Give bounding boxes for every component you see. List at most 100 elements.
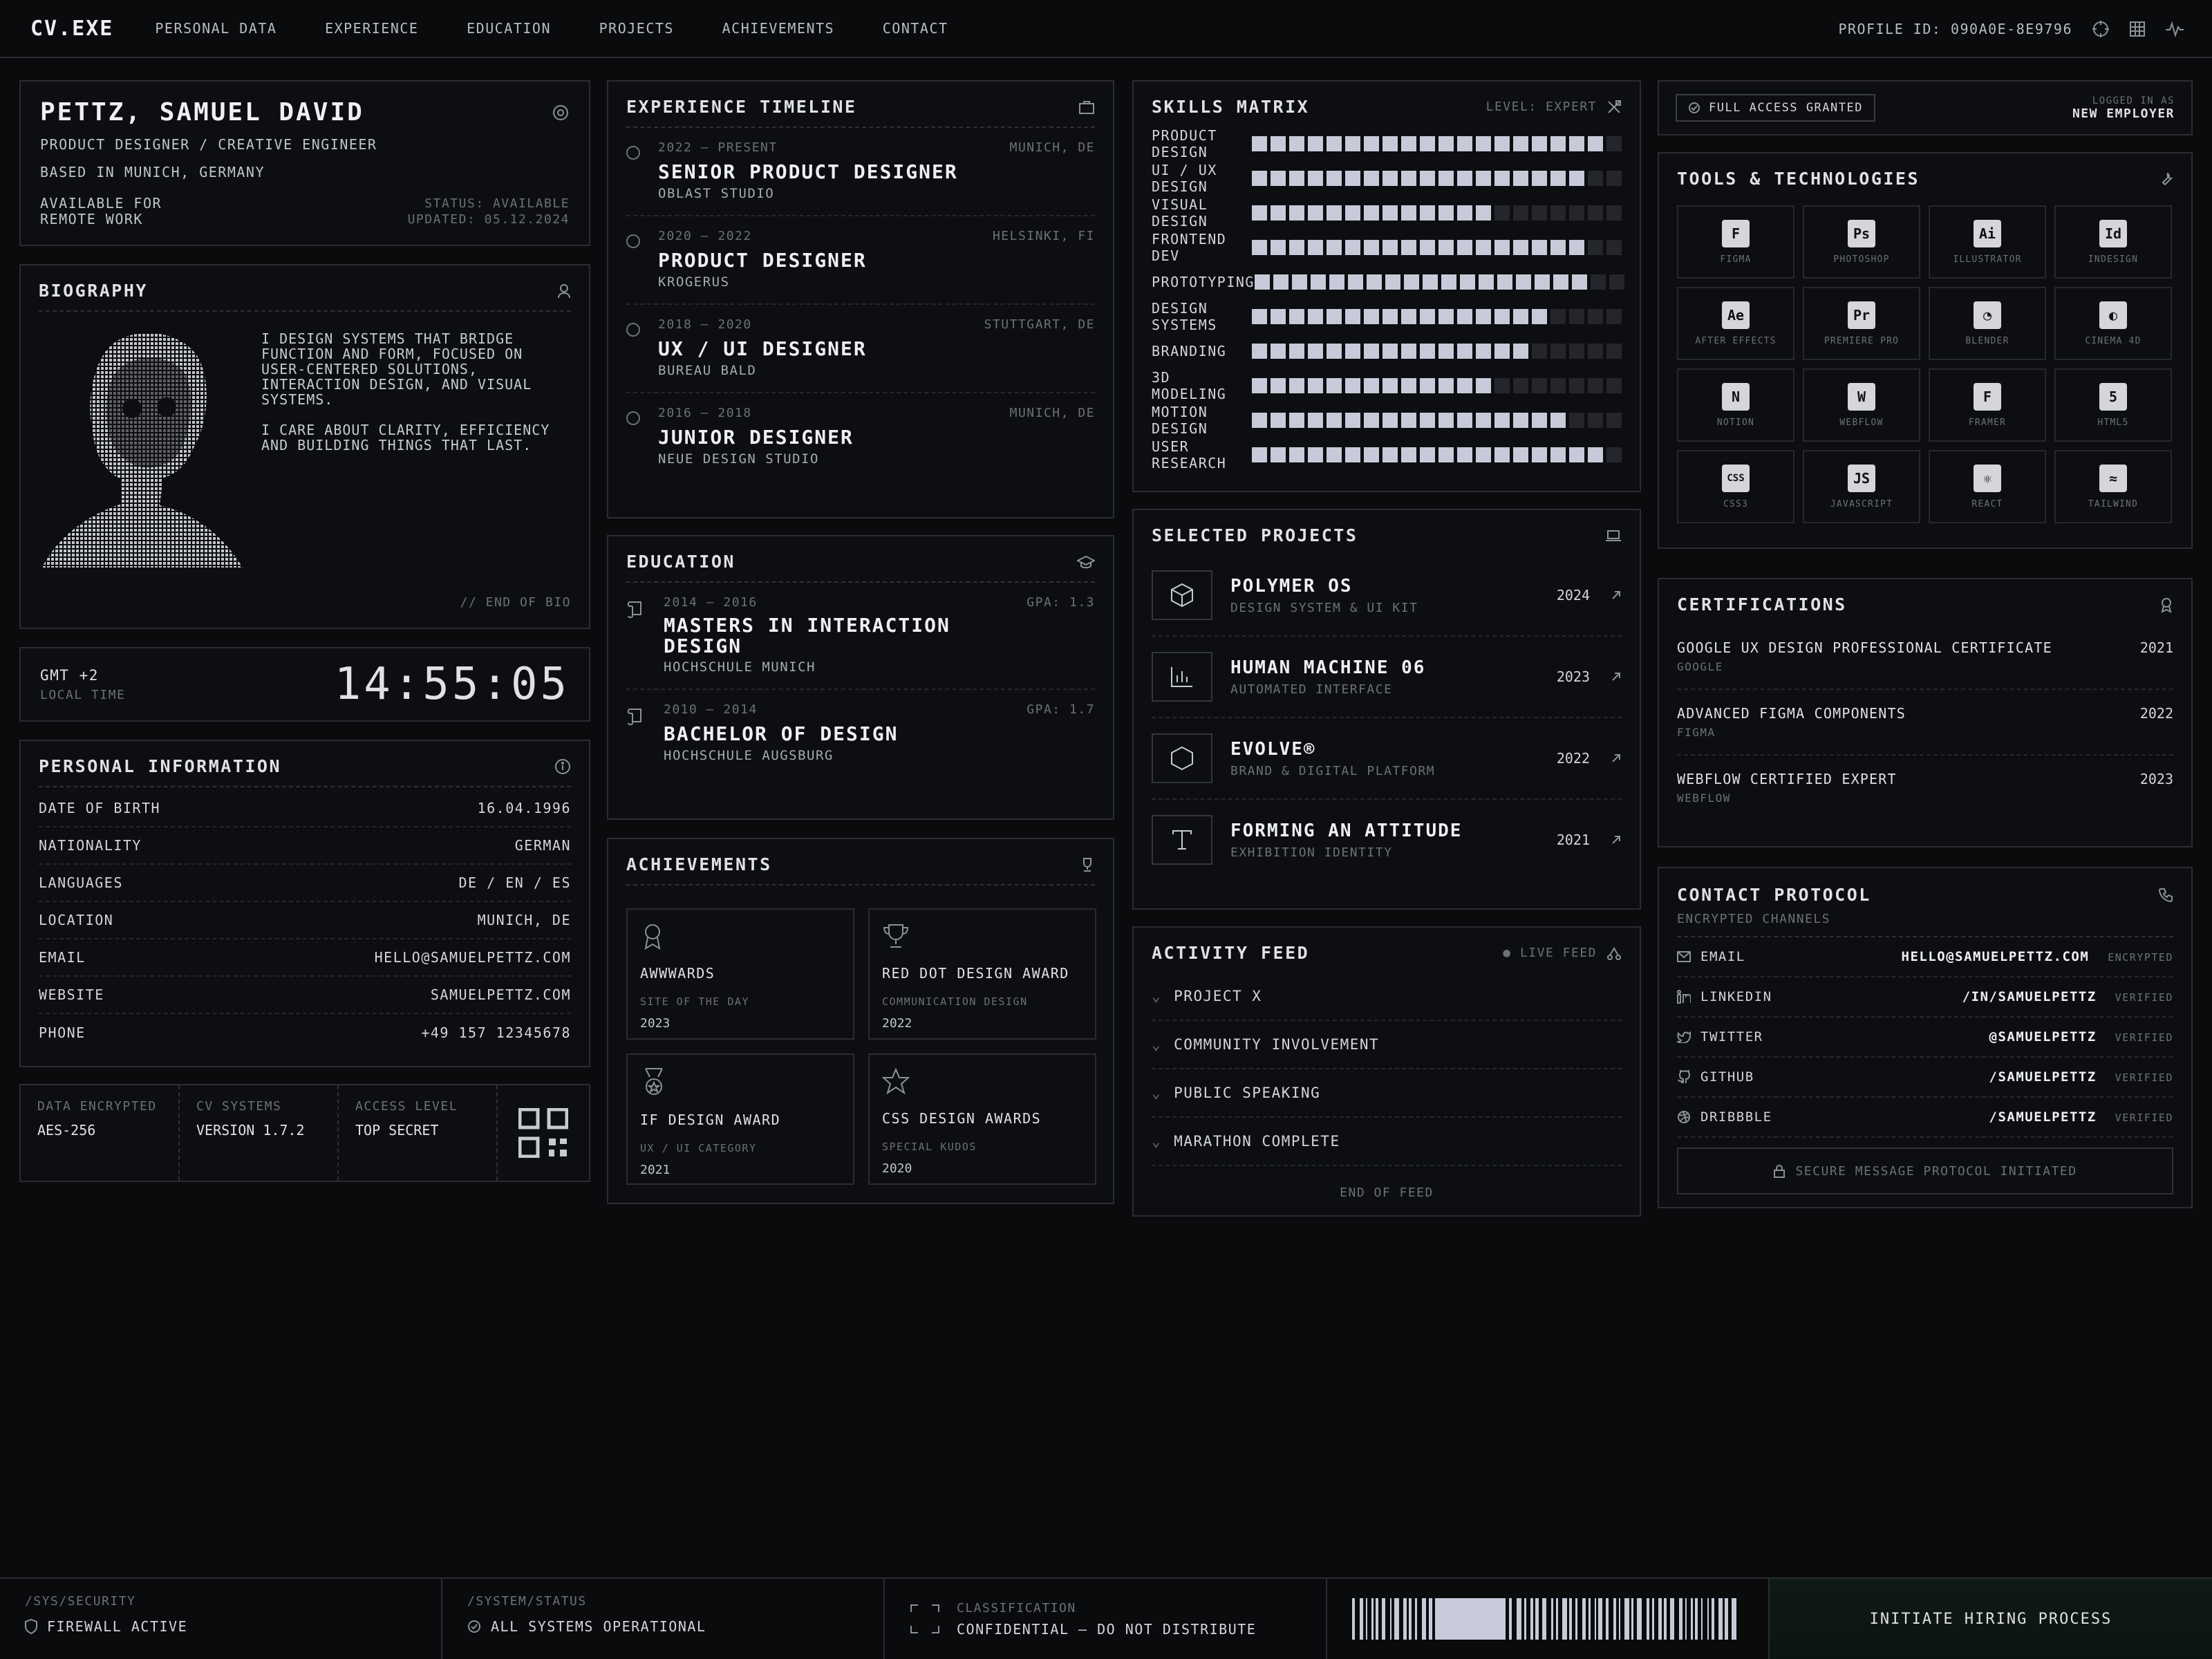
- activity-item[interactable]: ⌄ MARATHON COMPLETE: [1152, 1118, 1622, 1166]
- project-year: 2022: [1556, 750, 1590, 767]
- education-school: HOCHSCHULE AUGSBURG: [664, 748, 834, 763]
- info-value[interactable]: SAMUELPETTZ.COM: [431, 986, 571, 1003]
- timeline-company: KROGERUS: [658, 274, 730, 290]
- tool-tile[interactable]: CSS CSS3: [1677, 450, 1794, 523]
- barcode-bar: [1664, 1598, 1667, 1640]
- education-item[interactable]: 2014 — 2016 GPA: 1.3 MASTERS IN INTERACTI…: [626, 583, 1095, 690]
- cert-item[interactable]: ADVANCED FIGMA COMPONENTS 2022 FIGMA: [1677, 690, 2173, 756]
- barcode-bar: [1606, 1598, 1609, 1640]
- tool-tile[interactable]: F FRAMER: [1929, 368, 2046, 442]
- grid-icon[interactable]: [2129, 21, 2146, 37]
- arrow-up-right-icon[interactable]: [1611, 834, 1622, 845]
- tool-tile[interactable]: Ps PHOTOSHOP: [1803, 205, 1920, 279]
- barcode-bar: [1403, 1598, 1407, 1640]
- timeline-item[interactable]: 2020 — 2022 HELSINKI, FI PRODUCT DESIGNER…: [626, 216, 1095, 305]
- achievement-card[interactable]: RED DOT DESIGN AWARD COMMUNICATION DESIG…: [868, 908, 1096, 1040]
- skill-segment: [1513, 413, 1528, 428]
- tool-tile[interactable]: ◔ BLENDER: [1929, 287, 2046, 360]
- secure-message-button[interactable]: SECURE MESSAGE PROTOCOL INITIATED: [1677, 1147, 2173, 1194]
- skill-segment: [1382, 240, 1398, 255]
- nav-personal-data[interactable]: PERSONAL DATA: [155, 20, 276, 37]
- nav-contact[interactable]: CONTACT: [883, 20, 948, 37]
- achievement-card[interactable]: IF DESIGN AWARD UX / UI CATEGORY 2021: [626, 1053, 854, 1185]
- cert-name: GOOGLE UX DESIGN PROFESSIONAL CERTIFICAT…: [1677, 639, 2052, 656]
- activity-item[interactable]: ⌄ COMMUNITY INVOLVEMENT: [1152, 1021, 1622, 1069]
- tool-tile[interactable]: F FIGMA: [1677, 205, 1794, 279]
- portrait-image: [39, 326, 246, 574]
- tool-tile[interactable]: ⚛ REACT: [1929, 450, 2046, 523]
- project-item[interactable]: EVOLVE® BRAND & DIGITAL PLATFORM 2022: [1152, 718, 1622, 800]
- skill-segment: [1569, 344, 1584, 359]
- skill-segment: [1532, 378, 1547, 393]
- contact-row-dribbble[interactable]: DRIBBBLE /SAMUELPETTZ VERIFIED: [1677, 1098, 2173, 1138]
- tools-icon: [1606, 100, 1622, 115]
- barcode-bar: [1658, 1598, 1662, 1640]
- tool-tile[interactable]: JS JAVASCRIPT: [1803, 450, 1920, 523]
- achievement-card[interactable]: AWWWARDS SITE OF THE DAY 2023: [626, 908, 854, 1040]
- barcode-bar: [1679, 1598, 1683, 1640]
- initiate-hiring-button[interactable]: INITIATE HIRING PROCESS: [1770, 1579, 2212, 1659]
- skill-segment: [1494, 413, 1510, 428]
- project-item[interactable]: FORMING AN ATTITUDE EXHIBITION IDENTITY 2…: [1152, 800, 1622, 880]
- footer-security-label: /SYS/SECURITY: [25, 1594, 136, 1609]
- skill-name: PROTOTYPING: [1152, 274, 1255, 290]
- footer-status: /SYSTEM/STATUS ALL SYSTEMS OPERATIONAL: [442, 1579, 885, 1659]
- sys-value: AES-256: [37, 1122, 96, 1138]
- crosshair-icon[interactable]: [2092, 20, 2110, 38]
- project-item[interactable]: POLYMER OS DESIGN SYSTEM & UI KIT 2024: [1152, 555, 1622, 637]
- app-logo[interactable]: CV.EXE: [30, 17, 113, 41]
- activity-item[interactable]: ⌄ PUBLIC SPEAKING: [1152, 1069, 1622, 1118]
- project-item[interactable]: HUMAN MACHINE 06 AUTOMATED INTERFACE 2023: [1152, 637, 1622, 718]
- nav-achievements[interactable]: ACHIEVEMENTS: [722, 20, 835, 37]
- chevron-down-icon: ⌄: [1152, 1036, 1162, 1053]
- tool-tile[interactable]: ◐ CINEMA 4D: [2054, 287, 2172, 360]
- nav-projects[interactable]: PROJECTS: [599, 20, 674, 37]
- tool-tile[interactable]: Ai ILLUSTRATOR: [1929, 205, 2046, 279]
- timeline-item[interactable]: 2022 — PRESENT MUNICH, DE SENIOR PRODUCT …: [626, 128, 1095, 216]
- cert-year: 2023: [2139, 771, 2173, 787]
- info-value[interactable]: +49 157 12345678: [421, 1024, 571, 1041]
- tool-tile[interactable]: 5 HTML5: [2054, 368, 2172, 442]
- achievement-year: 2023: [640, 1016, 671, 1031]
- after-effects-icon: Ae: [1722, 301, 1750, 329]
- barcode-bar: [1637, 1598, 1642, 1640]
- activity-item[interactable]: ⌄ PROJECT X: [1152, 973, 1622, 1021]
- skill-segment: [1494, 378, 1510, 393]
- timeline-item[interactable]: 2016 — 2018 MUNICH, DE JUNIOR DESIGNER NE…: [626, 393, 1095, 480]
- lock-icon: [1773, 1164, 1785, 1178]
- tool-tile[interactable]: Id INDESIGN: [2054, 205, 2172, 279]
- nav-experience[interactable]: EXPERIENCE: [325, 20, 418, 37]
- pulse-icon[interactable]: [2165, 21, 2184, 37]
- graduation-cap-icon: [1077, 555, 1095, 569]
- tool-tile[interactable]: N NOTION: [1677, 368, 1794, 442]
- tool-tile[interactable]: Ae AFTER EFFECTS: [1677, 287, 1794, 360]
- skill-segment: [1420, 136, 1435, 151]
- info-value[interactable]: HELLO@SAMUELPETTZ.COM: [375, 949, 571, 966]
- skill-segment: [1606, 205, 1622, 221]
- nav-education[interactable]: EDUCATION: [467, 20, 551, 37]
- achievements-panel: ACHIEVEMENTS AWWWARDS SITE OF THE DAY 20…: [607, 838, 1114, 1204]
- achievement-card[interactable]: CSS DESIGN AWARDS SPECIAL KUDOS 2020: [868, 1053, 1096, 1185]
- education-item[interactable]: 2010 — 2014 GPA: 1.7 BACHELOR OF DESIGN H…: [626, 690, 1095, 777]
- tool-tile[interactable]: W WEBFLOW: [1803, 368, 1920, 442]
- cert-item[interactable]: WEBFLOW CERTIFIED EXPERT 2023 WEBFLOW: [1677, 756, 2173, 820]
- contact-row-linkedin[interactable]: LINKEDIN /IN/SAMUELPETTZ VERIFIED: [1677, 977, 2173, 1018]
- contact-row-email[interactable]: EMAIL HELLO@SAMUELPETTZ.COM ENCRYPTED: [1677, 937, 2173, 977]
- tool-tile[interactable]: ≈ TAILWIND: [2054, 450, 2172, 523]
- cert-item[interactable]: GOOGLE UX DESIGN PROFESSIONAL CERTIFICAT…: [1677, 624, 2173, 690]
- info-row-phone: PHONE +49 157 12345678: [39, 1014, 571, 1051]
- skill-level-bar: [1252, 136, 1622, 151]
- contact-row-twitter[interactable]: TWITTER @SAMUELPETTZ VERIFIED: [1677, 1018, 2173, 1058]
- tool-label: INDESIGN: [2088, 254, 2139, 265]
- arrow-up-right-icon[interactable]: [1611, 590, 1622, 601]
- contact-row-github[interactable]: GITHUB /SAMUELPETTZ VERIFIED: [1677, 1058, 2173, 1098]
- skill-segment: [1289, 447, 1304, 462]
- timeline-item[interactable]: 2018 — 2020 STUTTGART, DE UX / UI DESIGNE…: [626, 305, 1095, 393]
- barcode-graphic: [1352, 1598, 1736, 1640]
- tool-tile[interactable]: Pr PREMIERE PRO: [1803, 287, 1920, 360]
- arrow-up-right-icon[interactable]: [1611, 753, 1622, 764]
- skill-segment: [1327, 240, 1342, 255]
- arrow-up-right-icon[interactable]: [1611, 671, 1622, 682]
- qr-code-icon[interactable]: [498, 1085, 589, 1181]
- info-row-languages: LANGUAGES DE / EN / ES: [39, 865, 571, 902]
